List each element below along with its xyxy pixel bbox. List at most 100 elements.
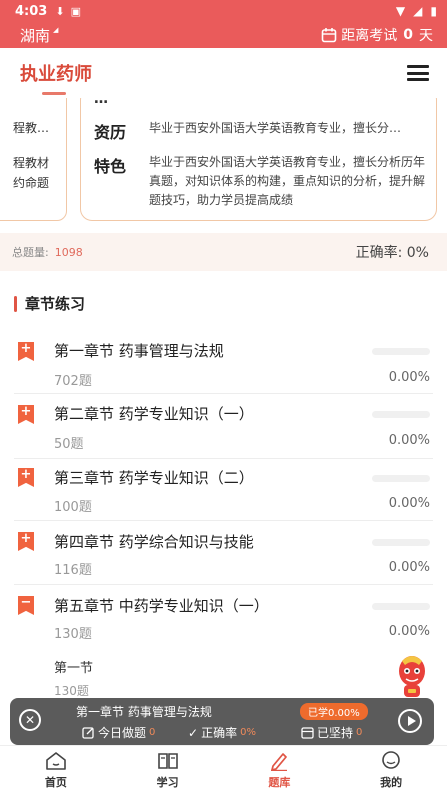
bookmark-plus-icon[interactable]: + (18, 342, 34, 361)
play-icon[interactable] (398, 709, 422, 733)
chapter-title: 第一章节 药事管理与法规 (54, 342, 224, 360)
region-caret-icon[interactable]: ◢ (53, 26, 58, 34)
feature-row: 特色 毕业于西安外国语大学英语教育专业，擅长分析历年真题，对知识体系的构建，重点… (94, 153, 425, 210)
chapter-progress-bar (372, 539, 430, 546)
tab-profile[interactable]: 我的 (335, 746, 447, 795)
tab-home[interactable]: 首页 (0, 746, 112, 795)
chapter-progress-bar (372, 348, 430, 355)
tab-question-bank[interactable]: 题库 (224, 746, 336, 795)
home-icon (46, 752, 66, 770)
accuracy-value: 0% (240, 727, 256, 738)
qualification-label: 资历 (94, 123, 127, 142)
close-icon[interactable]: ✕ (19, 709, 41, 731)
feature-value: 毕业于西安外国语大学英语教育专业，擅长分析历年真题，对知识体系的构建，重点知识的… (149, 155, 426, 207)
teacher-carousel[interactable]: 程教… 程教材 约命题 … 资历 毕业于西安外国语大学英语教育专业，擅长分… 特… (0, 98, 447, 230)
chapter-title: 第四章节 药学综合知识与技能 (54, 533, 254, 551)
sub-section-count: 130题 (54, 684, 89, 698)
pen-icon (271, 753, 288, 771)
tab-label: 我的 (380, 776, 403, 789)
mascot-icon[interactable] (394, 651, 430, 701)
book-icon (157, 753, 178, 769)
divider (14, 584, 433, 585)
chapter-count: 702题 (54, 374, 92, 389)
tab-label: 题库 (268, 776, 291, 789)
chapter-percent: 0.00% (388, 560, 430, 575)
divider (14, 393, 433, 394)
total-value: 1098 (54, 246, 83, 259)
top-strip: 湖南 ◢ 距离考试 0 天 (0, 22, 447, 48)
card-text: 约命题 (13, 176, 50, 190)
chapter-percent: 0.00% (388, 496, 430, 511)
teacher-card[interactable]: … 资历 毕业于西安外国语大学英语教育专业，擅长分… 特色 毕业于西安外国语大学… (80, 98, 437, 221)
exam-days-unit: 天 (419, 28, 433, 44)
chapter-percent: 0.00% (388, 624, 430, 639)
streak-metric: 已坚持 0 (301, 724, 362, 741)
tab-label: 学习 (156, 776, 179, 789)
calendar-icon (301, 727, 314, 739)
chapter-title: 第二章节 药学专业知识（一） (54, 405, 254, 423)
feature-label: 特色 (94, 157, 127, 176)
total-questions: 总题量: 1098 (12, 244, 83, 260)
bookmark-plus-icon[interactable]: + (18, 468, 34, 487)
section-title: 章节练习 (25, 295, 86, 313)
chapter-title: 第五章节 中药学专业知识（一） (54, 597, 269, 615)
exam-days: 0 (403, 27, 413, 43)
download-icon: ⬇ (55, 4, 65, 18)
edit-icon (82, 727, 94, 739)
profile-icon (382, 751, 400, 769)
teacher-card-previous[interactable]: 程教… 程教材 约命题 (0, 98, 67, 221)
chapter-progress-bar (372, 411, 430, 418)
accuracy-rate: 正确率: 0% (355, 245, 429, 261)
player-title: 第一章节 药事管理与法规 (76, 705, 212, 719)
chapter-progress-bar (372, 475, 430, 482)
tab-label: 首页 (44, 776, 67, 789)
streak-label: 已坚持 (317, 726, 354, 740)
region-selector[interactable]: 湖南 (20, 25, 50, 46)
bookmark-minus-icon[interactable]: − (18, 596, 34, 615)
total-label: 总题量: (12, 246, 49, 259)
battery-icon: ▮ (430, 4, 437, 18)
stats-bar: 总题量: 1098 正确率: 0% (0, 233, 447, 271)
bookmark-plus-icon[interactable]: + (18, 405, 34, 424)
qualification-value: 毕业于西安外国语大学英语教育专业，擅长分… (149, 121, 402, 135)
bookmark-plus-icon[interactable]: + (18, 532, 34, 551)
chapter-count: 50题 (54, 437, 84, 452)
signal-icon: ◢ (413, 4, 423, 18)
chapter-count: 116题 (54, 563, 92, 578)
chapter-title: 第三章节 药学专业知识（二） (54, 469, 254, 487)
section-heading: 章节练习 (14, 293, 85, 314)
card-text: 程教… (13, 121, 50, 135)
section-marker (14, 295, 17, 312)
streak-value: 0 (356, 727, 363, 738)
chapter-percent: 0.00% (388, 370, 430, 385)
continue-practice-bar[interactable]: ✕ 第一章节 药事管理与法规 已学0.00% 今日做题 0 ✓ 正确率 0% 已坚持… (10, 698, 434, 745)
accuracy-metric: ✓ 正确率 0% (188, 724, 256, 741)
page-title: 执业药师 (20, 60, 92, 95)
qualification-row: 资历 毕业于西安外国语大学英语教育专业，擅长分… (94, 119, 425, 143)
notification-icon: ▣ (70, 4, 81, 18)
exam-label: 距离考试 (341, 28, 398, 44)
learned-badge: 已学0.00% (300, 703, 368, 720)
chapter-percent: 0.00% (388, 433, 430, 448)
app-header: 执业药师 (0, 48, 447, 98)
accuracy-label: 正确率 (201, 726, 238, 740)
check-icon: ✓ (188, 725, 199, 740)
status-bar: 4:03 ⬇ ▣ ▼ ◢ ▮ (0, 0, 447, 22)
card-cut-label: … (94, 98, 108, 107)
exam-countdown[interactable]: 距离考试 0 天 (321, 25, 433, 45)
chapter-count: 130题 (54, 627, 92, 642)
wifi-icon: ▼ (395, 4, 406, 18)
sub-section-title: 第一节 (54, 661, 94, 676)
divider (14, 458, 433, 459)
card-text: 程教材 (13, 156, 50, 170)
bottom-tab-bar: 首页 学习 题库 我的 (0, 745, 447, 795)
calendar-icon (321, 28, 337, 43)
today-metric: 今日做题 0 (82, 724, 155, 741)
chapter-progress-bar (372, 603, 430, 610)
divider (14, 520, 433, 521)
today-value: 0 (149, 727, 156, 738)
menu-icon[interactable] (407, 65, 429, 81)
today-label: 今日做题 (98, 726, 147, 740)
chapter-count: 100题 (54, 500, 92, 515)
tab-study[interactable]: 学习 (112, 746, 224, 795)
